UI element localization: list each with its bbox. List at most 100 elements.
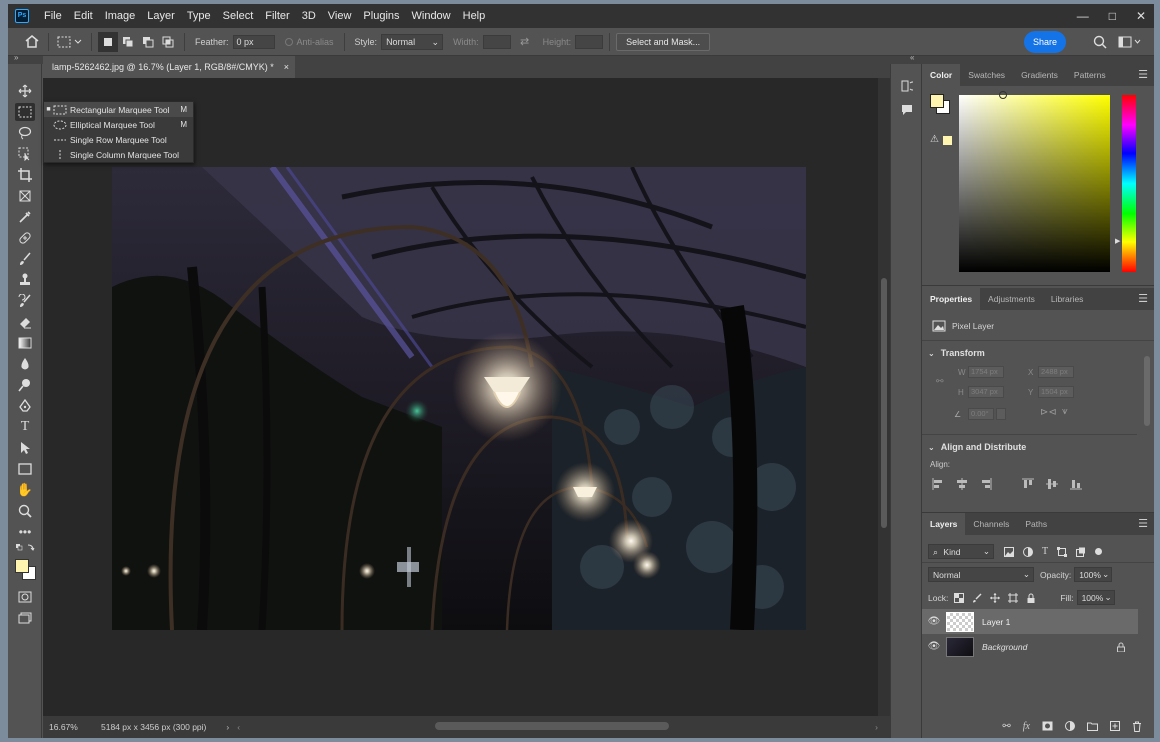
tab-gradients[interactable]: Gradients (1013, 64, 1066, 86)
tab-color[interactable]: Color (922, 64, 961, 86)
new-adjustment-layer-icon[interactable] (1065, 721, 1075, 731)
menu-layer[interactable]: Layer (141, 10, 181, 22)
comments-panel-icon[interactable] (901, 104, 913, 119)
menu-help[interactable]: Help (457, 10, 492, 22)
blend-mode-select[interactable]: Normal ⌄ (928, 567, 1034, 582)
horizontal-scroll-thumb[interactable] (435, 722, 669, 730)
eyedropper-tool-icon[interactable] (15, 208, 35, 226)
lock-icon[interactable] (1116, 642, 1126, 652)
menu-plugins[interactable]: Plugins (357, 10, 405, 22)
intersect-selection-icon[interactable] (158, 32, 178, 52)
menu-filter[interactable]: Filter (259, 10, 295, 22)
expand-toolbar-icon[interactable]: » (14, 53, 18, 62)
tab-libraries[interactable]: Libraries (1043, 288, 1092, 310)
swap-icon[interactable]: ⇄ (511, 32, 539, 52)
properties-scrollbar[interactable] (1142, 344, 1152, 494)
tab-paths[interactable]: Paths (1017, 513, 1055, 535)
select-and-mask-button[interactable]: Select and Mask... (616, 32, 711, 51)
crop-tool-icon[interactable] (15, 166, 35, 184)
type-filter-icon[interactable]: T (1042, 546, 1048, 557)
scroll-right-icon[interactable]: › (875, 722, 878, 732)
style-select[interactable]: Normal ⌄ (381, 33, 444, 50)
clone-stamp-tool-icon[interactable] (15, 271, 35, 289)
add-to-selection-icon[interactable] (118, 32, 138, 52)
minimize-button[interactable]: — (1077, 9, 1089, 23)
brush-tool-icon[interactable] (15, 250, 35, 268)
tab-patterns[interactable]: Patterns (1066, 64, 1114, 86)
object-selection-tool-icon[interactable] (15, 145, 35, 163)
menu-3d[interactable]: 3D (296, 10, 322, 22)
rectangular-marquee-tool-icon[interactable] (15, 103, 35, 121)
document-image[interactable] (112, 167, 806, 630)
info-arrow-icon[interactable]: › (226, 722, 229, 732)
menu-select[interactable]: Select (217, 10, 260, 22)
menu-type[interactable]: Type (181, 10, 217, 22)
layer-name[interactable]: Layer 1 (982, 617, 1010, 627)
pen-tool-icon[interactable] (15, 397, 35, 415)
tab-swatches[interactable]: Swatches (960, 64, 1013, 86)
fill-input[interactable]: 100% ⌄ (1076, 590, 1115, 605)
menu-file[interactable]: File (38, 10, 68, 22)
shape-filter-icon[interactable] (1057, 546, 1068, 557)
layer-row[interactable]: 👁 Layer 1 (922, 609, 1138, 634)
new-group-icon[interactable] (1087, 721, 1098, 731)
close-tab-icon[interactable]: × (284, 56, 289, 78)
share-button[interactable]: Share (1024, 31, 1066, 53)
gamut-color-swatch[interactable] (943, 136, 952, 145)
gradient-tool-icon[interactable] (15, 334, 35, 352)
tab-channels[interactable]: Channels (965, 513, 1017, 535)
y-input[interactable]: 1504 px (1038, 386, 1074, 398)
screen-mode-icon[interactable] (15, 609, 35, 627)
visibility-eye-icon[interactable]: 👁 (922, 641, 946, 652)
flyout-elliptical-marquee[interactable]: Elliptical Marquee Tool M (44, 117, 193, 132)
visibility-eye-icon[interactable]: 👁 (922, 616, 946, 627)
align-right-icon[interactable] (980, 478, 992, 490)
healing-brush-tool-icon[interactable] (15, 229, 35, 247)
align-horizontal-center-icon[interactable] (956, 478, 968, 490)
antialias-checkbox[interactable] (284, 37, 293, 46)
menu-view[interactable]: View (322, 10, 358, 22)
tab-properties[interactable]: Properties (922, 288, 981, 310)
transform-section[interactable]: ⌄ Transform (928, 348, 985, 358)
type-tool-icon[interactable]: T (15, 418, 35, 436)
flip-vertical-icon[interactable]: ⩛ (1062, 406, 1068, 417)
width-input[interactable] (482, 34, 511, 49)
opacity-input[interactable]: 100% ⌄ (1074, 567, 1113, 582)
scroll-thumb[interactable] (1144, 356, 1150, 426)
feather-input[interactable]: 0 px (232, 34, 275, 49)
foreground-color-swatch[interactable] (15, 559, 29, 573)
align-vertical-center-icon[interactable] (1046, 478, 1058, 490)
move-tool-icon[interactable] (15, 82, 35, 100)
dodge-tool-icon[interactable] (15, 376, 35, 394)
link-layers-icon[interactable]: ⚯ (1002, 721, 1010, 732)
subtract-from-selection-icon[interactable] (138, 32, 158, 52)
maximize-button[interactable]: □ (1109, 9, 1116, 23)
align-bottom-icon[interactable] (1070, 478, 1082, 490)
h-input[interactable]: 3047 px (968, 386, 1004, 398)
filter-toggle-icon[interactable] (1095, 548, 1103, 555)
path-selection-tool-icon[interactable] (15, 439, 35, 457)
flyout-rectangular-marquee[interactable]: ■ Rectangular Marquee Tool M (44, 102, 193, 117)
panel-menu-icon[interactable]: ☰ (1138, 517, 1148, 530)
lasso-tool-icon[interactable] (15, 124, 35, 142)
more-tools-icon[interactable]: ••• (15, 523, 35, 541)
zoom-tool-icon[interactable] (15, 502, 35, 520)
w-input[interactable]: 1754 px (968, 366, 1004, 378)
flip-horizontal-icon[interactable]: ⊳⊲ (1040, 407, 1057, 418)
tab-adjustments[interactable]: Adjustments (980, 288, 1043, 310)
lock-artboard-icon[interactable] (1008, 592, 1019, 603)
hand-tool-icon[interactable]: ✋ (15, 481, 35, 499)
adjustment-filter-icon[interactable] (1023, 546, 1033, 557)
menu-image[interactable]: Image (99, 10, 142, 22)
color-picker-field[interactable] (959, 91, 1110, 272)
search-icon[interactable] (1090, 32, 1110, 52)
eraser-tool-icon[interactable] (15, 313, 35, 331)
history-brush-tool-icon[interactable] (15, 292, 35, 310)
hue-slider-handle-icon[interactable]: ▶ (1115, 237, 1120, 245)
history-panel-icon[interactable] (901, 80, 918, 95)
new-selection-icon[interactable] (98, 31, 118, 52)
kind-filter-select[interactable]: ⌕ Kind ⌄ (928, 544, 994, 559)
link-icon[interactable]: ⚯ (936, 376, 944, 387)
align-top-icon[interactable] (1022, 478, 1034, 490)
angle-input[interactable]: 0.00° (968, 408, 994, 420)
